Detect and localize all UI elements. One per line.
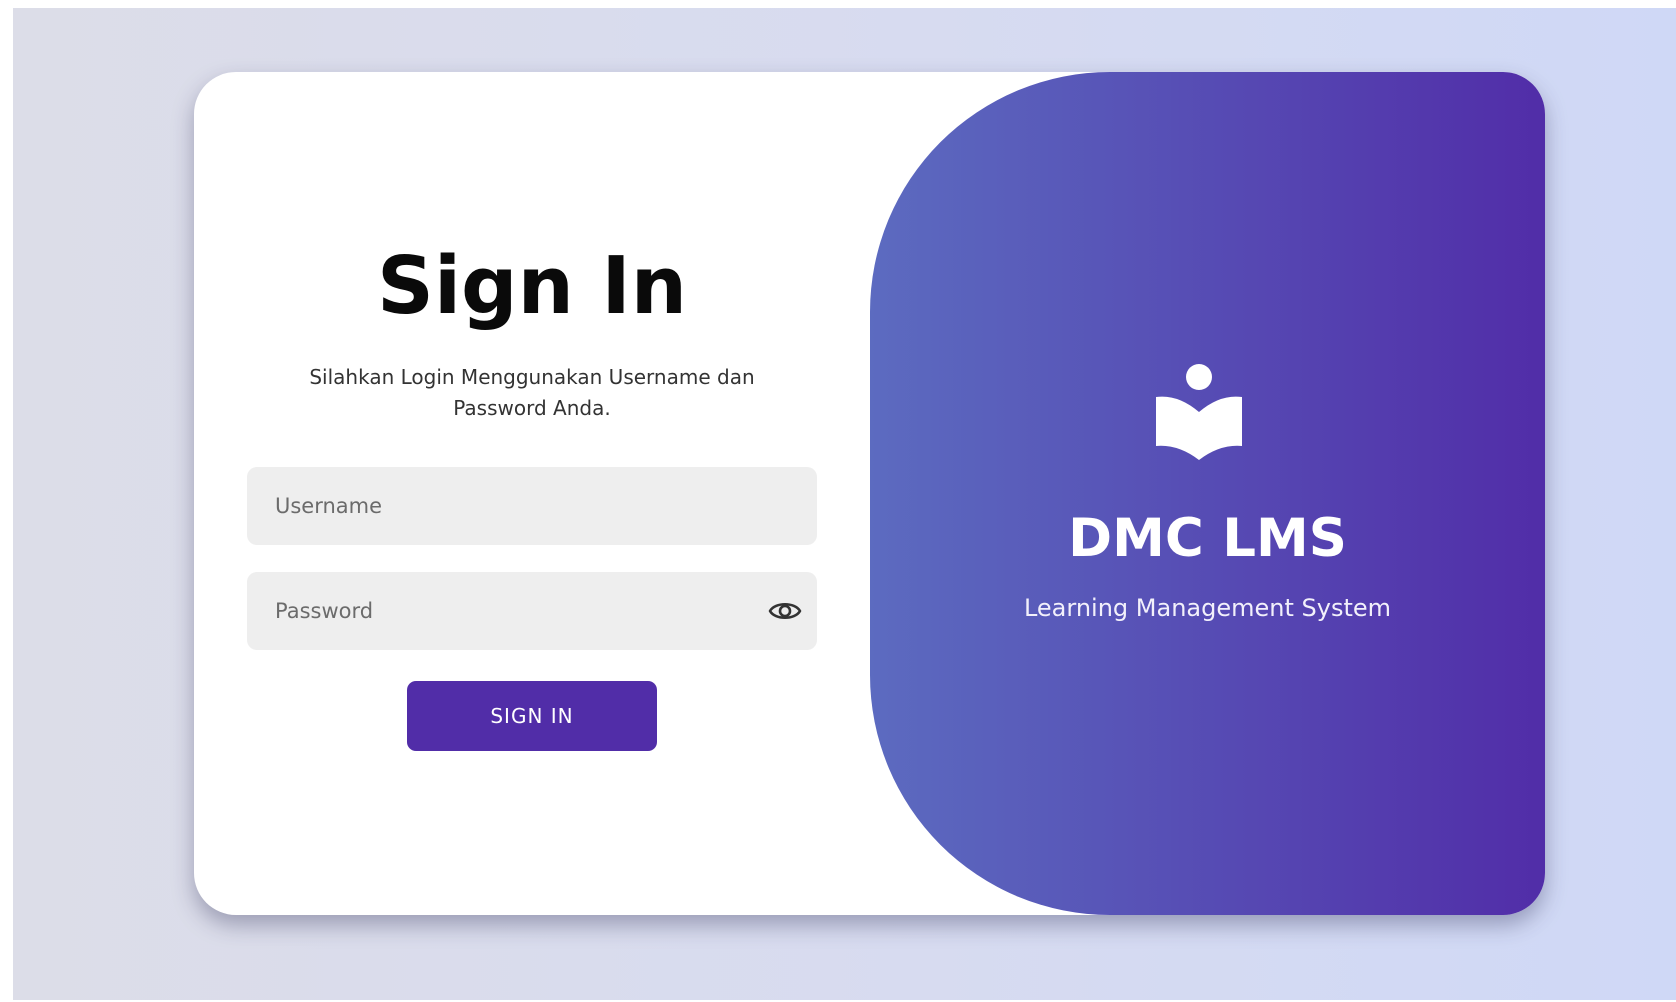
eye-icon[interactable] <box>767 593 803 629</box>
sign-in-instructions: Silahkan Login Menggunakan Username dan … <box>309 365 755 420</box>
username-input[interactable] <box>247 467 817 545</box>
sign-in-form: Sign In Silahkan Login Menggunakan Usern… <box>194 72 870 915</box>
username-field <box>247 467 817 545</box>
login-page: Sign In Silahkan Login Menggunakan Usern… <box>13 8 1676 1000</box>
password-field <box>247 572 817 650</box>
brand-panel: DMC LMS Learning Management System <box>870 72 1545 915</box>
login-card: Sign In Silahkan Login Menggunakan Usern… <box>194 72 1545 915</box>
brand-name: DMC LMS <box>1068 508 1347 569</box>
page-title: Sign In <box>377 240 687 332</box>
brand-tagline: Learning Management System <box>1023 594 1392 622</box>
reader-book-icon <box>1156 364 1242 460</box>
sign-in-button[interactable]: SIGN IN <box>407 681 657 751</box>
password-input[interactable] <box>247 572 817 650</box>
